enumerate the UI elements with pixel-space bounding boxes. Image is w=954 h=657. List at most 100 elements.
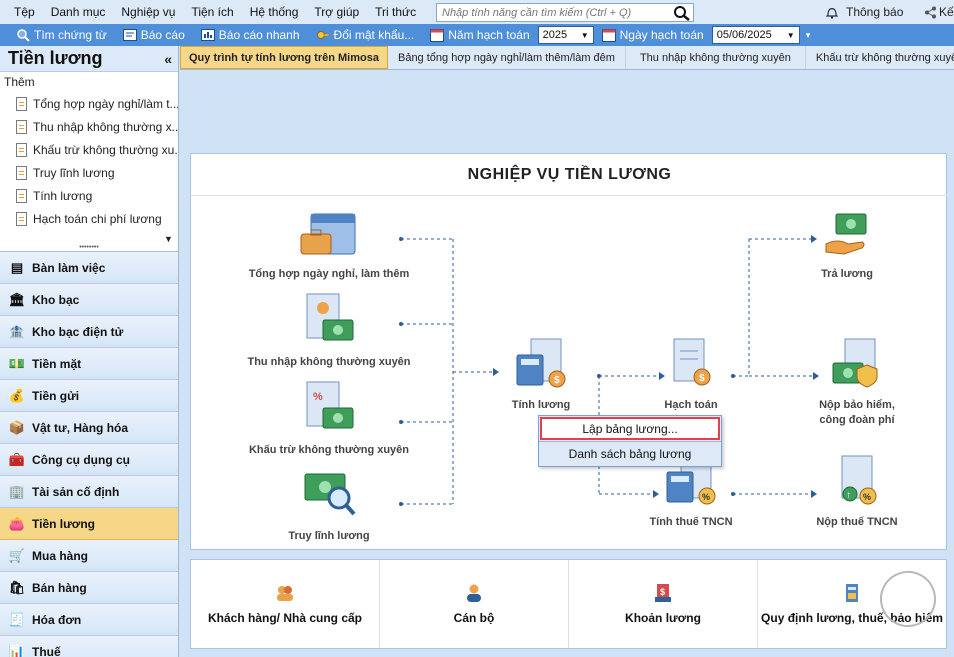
fiscal-year-label: Năm hạch toán (422, 28, 537, 42)
node-irregular-deduction[interactable]: % Khấu trừ không thường xuyên (229, 380, 429, 458)
tab-irregular-deduction[interactable]: Khấu trừ không thường xuyên (806, 46, 954, 69)
node-insurance[interactable]: Nộp bảo hiểm, công đoàn phí (797, 337, 917, 428)
node-posting[interactable]: $ Hạch toán (641, 337, 741, 413)
document-percent-icon: ↑% (841, 455, 877, 505)
menu-knowledge[interactable]: Tri thức (367, 5, 424, 19)
magnifier-icon (17, 29, 30, 42)
fiscal-year-select[interactable]: 2025 ▼ (537, 26, 594, 44)
report-icon (122, 29, 137, 41)
sidebar-link-irregular-income[interactable]: Thu nhập không thường x... (0, 115, 178, 138)
node-irregular-income[interactable]: Thu nhập không thường xuyên (229, 292, 429, 370)
calendar-icon (601, 29, 616, 42)
module-label: Kho bạc (32, 292, 80, 307)
module-label: Tài sản cố định (32, 484, 120, 499)
scroll-down-icon[interactable]: ▼ (164, 234, 173, 244)
menu-utilities[interactable]: Tiện ích (183, 5, 241, 19)
module-sales[interactable]: 🛍 Bán hàng (0, 572, 178, 604)
notification-button[interactable]: Thông báo (826, 5, 903, 19)
module-treasury[interactable]: 🏛 Kho bạc (0, 284, 178, 316)
feature-search-input[interactable] (437, 6, 667, 19)
module-label: Hóa đơn (32, 612, 82, 627)
module-label: Tiền mặt (32, 356, 82, 371)
module-salary[interactable]: 👛 Tiền lương (0, 508, 178, 540)
certificate-money-icon (306, 293, 354, 341)
module-invoice[interactable]: 🧾 Hóa đơn (0, 604, 178, 636)
posting-date-picker[interactable]: 05/06/2025 ▼ (711, 26, 800, 44)
sidebar-link-salary-posting[interactable]: Hạch toán chi phí lương (0, 207, 178, 230)
menu-catalog[interactable]: Danh mục (43, 5, 114, 19)
shield-money-icon (832, 338, 878, 388)
node-calc-salary[interactable]: $ Tính lương (491, 337, 591, 413)
money-magnifier-icon (304, 473, 356, 516)
node-back-pay[interactable]: Truy lĩnh lương (229, 468, 429, 544)
quick-report-button[interactable]: Báo cáo nhanh (193, 28, 308, 42)
share-icon (925, 6, 936, 18)
module-purchase[interactable]: 🛒 Mua hàng (0, 540, 178, 572)
find-voucher-button[interactable]: Tìm chứng từ (0, 28, 115, 42)
notification-label: Thông báo (846, 5, 904, 19)
calculator-document-icon: $ (516, 338, 566, 388)
svg-text:%: % (702, 492, 710, 502)
sidebar-title: Tiền lương (8, 48, 103, 68)
connect-label: Kế (939, 5, 954, 19)
treasury-icon: 🏛 (8, 291, 26, 307)
calendar-icon (430, 29, 445, 42)
desk-icon: ▤ (10, 259, 24, 275)
sidebar-link-leave[interactable]: Tổng hợp ngày nghỉ/làm t... (0, 92, 178, 115)
sidebar-link-calc-salary[interactable]: Tính lương (0, 184, 178, 207)
calendar-briefcase-icon (300, 213, 356, 255)
svg-text:↑: ↑ (846, 490, 851, 501)
module-label: Công cụ dụng cụ (32, 452, 130, 467)
process-panel: NGHIỆP VỤ TIỀN LƯƠNG Tổng hợp ngày nghỉ,… (190, 153, 948, 550)
menu-help[interactable]: Trợ giúp (306, 5, 367, 19)
module-tax[interactable]: 📊 Thuế (0, 636, 178, 657)
tab-leave-summary[interactable]: Bảng tổng hợp ngày nghỉ/làm thêm/làm đêm (388, 46, 626, 69)
tab-salary-process[interactable]: Quy trình tự tính lương trên Mimosa (180, 46, 388, 69)
assets-icon: 🏢 (8, 483, 26, 499)
module-e-treasury[interactable]: 🏦 Kho bạc điện tử (0, 316, 178, 348)
search-icon[interactable] (673, 5, 691, 21)
module-cash[interactable]: 💵 Tiền mặt (0, 348, 178, 380)
connect-button[interactable]: Kế (924, 5, 954, 19)
percent-money-icon: % (306, 381, 354, 429)
shortcut-bar: Khách hàng/ Nhà cung cấp Cán bộ $ Khoản … (190, 559, 947, 649)
key-icon (316, 31, 329, 39)
shortcut-salary-items[interactable]: $ Khoản lương (569, 560, 758, 648)
shortcut-partners[interactable]: Khách hàng/ Nhà cung cấp (191, 560, 380, 648)
node-pay-salary[interactable]: Trả lương (797, 212, 897, 282)
node-pay-pit[interactable]: ↑% Nộp thuế TNCN (797, 454, 917, 530)
svg-text:%: % (313, 391, 323, 403)
menu-operations[interactable]: Nghiệp vụ (113, 5, 183, 19)
svg-text:$: $ (660, 587, 665, 597)
tab-bar: Quy trình tự tính lương trên Mimosa Bảng… (180, 46, 954, 70)
module-desk[interactable]: ▤ Bàn làm việc (0, 252, 178, 284)
shortcut-staff[interactable]: Cán bộ (380, 560, 569, 648)
tab-irregular-income[interactable]: Thu nhập không thường xuyên (626, 46, 806, 69)
module-goods[interactable]: 📦 Vật tư, Hàng hóa (0, 412, 178, 444)
sidebar-header: Tiền lương « (0, 46, 178, 72)
sidebar: Tiền lương « Thêm Tổng hợp ngày nghỉ/làm… (0, 46, 179, 657)
coin-document-icon: $ (673, 338, 711, 386)
feature-search (436, 3, 694, 22)
change-password-button[interactable]: Đổi mật khẩu... (308, 28, 423, 42)
module-assets[interactable]: 🏢 Tài sản cố định (0, 476, 178, 508)
menu-system[interactable]: Hệ thống (242, 5, 307, 19)
e-treasury-icon: 🏦 (8, 323, 26, 339)
payroll-list-menu-item[interactable]: Danh sách bảng lương (539, 442, 721, 466)
toolbar: Tìm chứng từ Báo cáo Báo cáo nhanh Đổi m… (0, 24, 954, 46)
report-button[interactable]: Báo cáo (115, 28, 193, 42)
toolbar-overflow-icon[interactable]: ▾ (800, 30, 811, 41)
collapse-sidebar-icon[interactable]: « (164, 51, 172, 67)
module-tools[interactable]: 🧰 Công cụ dụng cụ (0, 444, 178, 476)
sidebar-link-back-pay[interactable]: Truy lĩnh lương (0, 161, 178, 184)
node-leave-summary[interactable]: Tổng hợp ngày nghỉ, làm thêm (229, 212, 429, 282)
module-label: Tiền gửi (32, 388, 80, 403)
sidebar-link-irregular-deduction[interactable]: Khấu trừ không thường xu... (0, 138, 178, 161)
partners-icon (277, 586, 293, 601)
menu-file[interactable]: Tệp (0, 5, 43, 19)
module-label: Bán hàng (32, 580, 87, 595)
create-payroll-menu-item[interactable]: Lập bảng lương... (540, 417, 720, 440)
module-deposit[interactable]: 💰 Tiền gửi (0, 380, 178, 412)
sidebar-add-label: Thêm (4, 75, 35, 89)
module-label: Vật tư, Hàng hóa (32, 420, 129, 435)
